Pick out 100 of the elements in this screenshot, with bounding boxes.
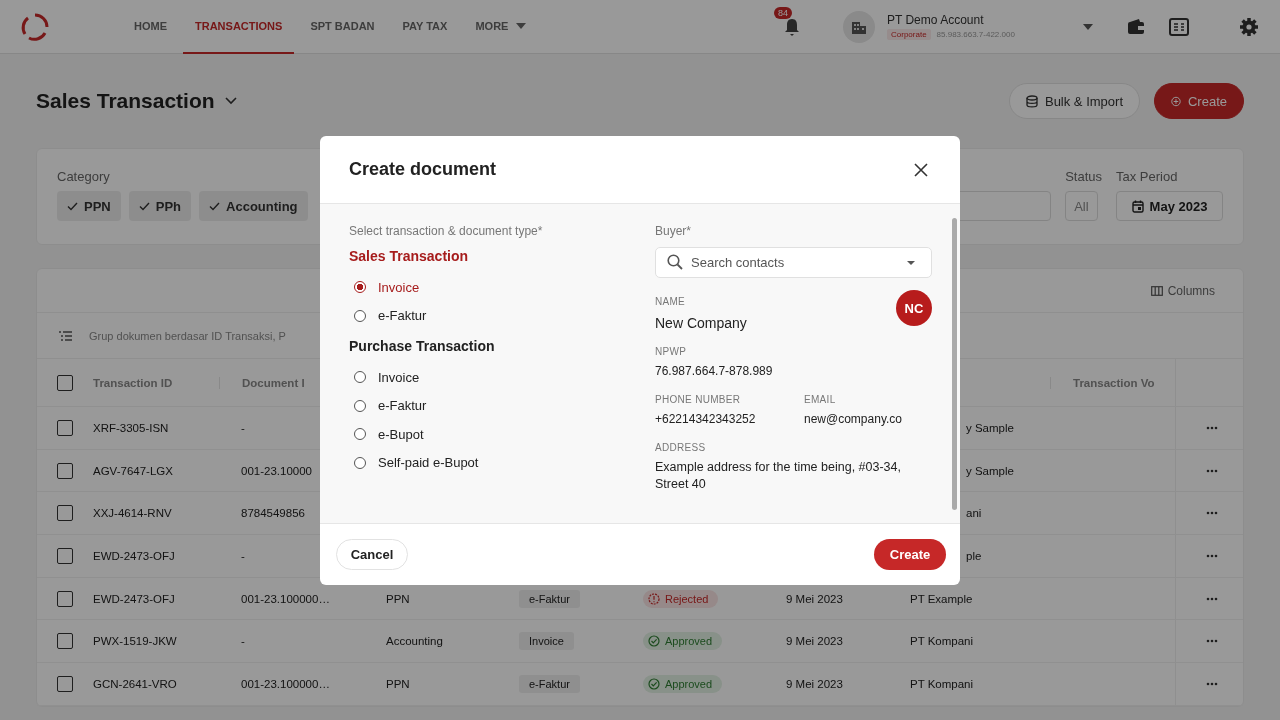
row-checkbox[interactable]	[57, 633, 73, 650]
field-label: Select transaction & document type*	[349, 224, 544, 240]
table-cell: ple	[966, 549, 982, 562]
table-cell: AGV-7647-LGX	[93, 464, 173, 477]
account-name: PT Demo Account	[887, 13, 985, 27]
more-icon[interactable]	[1206, 425, 1218, 430]
more-icon[interactable]	[1206, 681, 1218, 686]
cancel-button[interactable]: Cancel	[336, 539, 408, 570]
category-chip[interactable]: PPN	[57, 191, 121, 221]
create-button[interactable]: Create	[1154, 83, 1244, 119]
radio-button[interactable]	[354, 456, 366, 469]
row-checkbox[interactable]	[57, 547, 73, 564]
table-cell: 9 Mei 2023	[786, 677, 843, 690]
caret-icon[interactable]	[907, 261, 915, 265]
table-cell: PPN	[386, 592, 410, 605]
logo-icon	[20, 11, 50, 42]
columns-button[interactable]: Columns	[1144, 282, 1221, 299]
document-icon[interactable]	[1169, 17, 1189, 36]
nav-tab[interactable]: HOME	[122, 0, 179, 54]
info-value: new@company.co	[804, 411, 903, 428]
account-avatar[interactable]	[843, 10, 875, 43]
search-field[interactable]: Search contacts	[655, 247, 932, 278]
info-value: 76.987.664.7-878.989	[655, 363, 774, 380]
radio-button[interactable]	[354, 281, 366, 294]
row-checkbox[interactable]	[57, 505, 73, 522]
table-cell: 001-23.100000…	[241, 677, 330, 690]
chevron-down-icon[interactable]	[224, 97, 237, 105]
table-cell: -	[241, 421, 245, 434]
info-label: ADDRESS	[655, 442, 707, 453]
filter-label: Tax Period	[1116, 169, 1179, 185]
close-icon[interactable]	[914, 162, 928, 177]
bell-icon[interactable]	[783, 16, 801, 37]
table-cell: PT Example	[910, 592, 973, 605]
more-icon[interactable]	[1206, 596, 1218, 601]
page-title: Sales Transaction	[36, 89, 215, 113]
create-button[interactable]: Create	[874, 539, 946, 570]
more-icon[interactable]	[1206, 511, 1218, 516]
radio-label[interactable]: Invoice	[378, 369, 420, 385]
row-checkbox[interactable]	[57, 590, 73, 607]
column-header: Transaction ID	[93, 376, 173, 389]
info-label: EMAIL	[804, 394, 837, 405]
table-cell: y Sample	[966, 464, 1014, 477]
radio-label[interactable]: e-Faktur	[378, 398, 427, 414]
radio-label[interactable]: Self-paid e-Bupot	[378, 455, 479, 471]
table-cell: Accounting	[386, 635, 443, 648]
table-cell: XXJ-4614-RNV	[93, 507, 172, 520]
database-icon	[1025, 94, 1038, 108]
type-tag: e-Faktur	[519, 674, 580, 693]
table-cell: EWD-2473-OFJ	[93, 549, 175, 562]
radio-label[interactable]: Invoice	[378, 279, 420, 295]
nav-tab[interactable]: SPT BADAN	[298, 0, 387, 54]
tax-period-button[interactable]: May 2023	[1116, 191, 1223, 221]
table-cell: 001-23.10000	[241, 464, 312, 477]
row-checkbox[interactable]	[57, 419, 73, 436]
dropdown-caret-icon[interactable]	[1083, 23, 1093, 30]
info-label: NPWP	[655, 346, 688, 357]
caret-icon	[516, 22, 527, 29]
row-checkbox[interactable]	[57, 462, 73, 479]
radio-label[interactable]: e-Faktur	[378, 308, 427, 324]
nav-tab[interactable]: TRANSACTIONS	[183, 0, 295, 54]
table-cell: -	[241, 635, 245, 648]
category-chip[interactable]: PPh	[128, 191, 192, 221]
table-cell: GCN-2641-VRO	[93, 677, 177, 690]
radio-button[interactable]	[354, 428, 366, 441]
search-icon	[667, 254, 683, 270]
info-value: +62214342343252	[655, 411, 757, 428]
more-icon[interactable]	[1206, 639, 1218, 644]
table-cell: 9 Mei 2023	[786, 592, 843, 605]
wallet-icon[interactable]	[1127, 18, 1145, 35]
check-icon	[67, 201, 78, 211]
nav-tab[interactable]: MORE	[463, 0, 539, 54]
status-tag: Rejected	[643, 589, 719, 608]
info-label: PHONE NUMBER	[655, 394, 742, 405]
table-cell: 9 Mei 2023	[786, 635, 843, 648]
radio-button[interactable]	[354, 399, 366, 412]
settings-icon[interactable]	[1239, 16, 1259, 37]
select-all-checkbox[interactable]	[57, 374, 73, 391]
table-cell: y Sample	[966, 421, 1014, 434]
nav-tab[interactable]: PAY TAX	[390, 0, 460, 54]
scrollbar-thumb[interactable]	[952, 218, 957, 510]
bulk-import-button[interactable]: Bulk & Import	[1008, 83, 1140, 119]
column-header: Transaction Vo	[1073, 376, 1155, 389]
status-select[interactable]: All	[1065, 191, 1098, 221]
table-cell: PT Kompani	[910, 635, 974, 648]
radio-label[interactable]: e-Bupot	[378, 426, 424, 442]
radio-button[interactable]	[354, 371, 366, 384]
type-tag: Invoice	[519, 632, 574, 651]
filter-label: Category	[57, 169, 111, 185]
account-npwp: 85.983.663.7-422.000	[936, 30, 1015, 39]
table-cell: PWX-1519-JKW	[93, 635, 177, 648]
radio-button[interactable]	[354, 309, 366, 322]
field-label: Buyer*	[655, 224, 693, 240]
group-hint: Grup dokumen berdasar ID Transaksi, P	[89, 329, 286, 342]
modal-title: Create document	[349, 159, 497, 180]
list-icon[interactable]	[59, 330, 72, 341]
row-checkbox[interactable]	[57, 675, 73, 692]
more-icon[interactable]	[1206, 553, 1218, 558]
table-cell: ani	[966, 507, 982, 520]
category-chip[interactable]: Accounting	[199, 191, 308, 221]
more-icon[interactable]	[1206, 468, 1218, 473]
